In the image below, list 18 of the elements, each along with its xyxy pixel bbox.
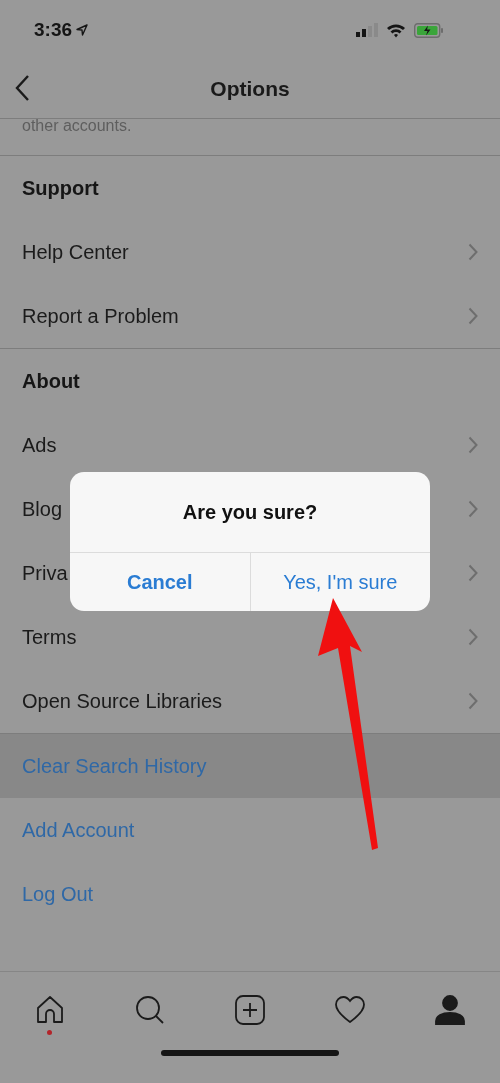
- chevron-icon: [468, 500, 478, 518]
- chevron-icon: [468, 307, 478, 325]
- section-header: Support: [22, 176, 99, 200]
- wifi-icon: [386, 22, 406, 38]
- status-time: 3:36: [34, 19, 89, 41]
- signal-icon: [356, 23, 378, 37]
- chevron-icon: [468, 692, 478, 710]
- chevron-icon: [468, 564, 478, 582]
- section-header: About: [22, 369, 80, 393]
- chevron-icon: [468, 628, 478, 646]
- section-note: other accounts.: [22, 119, 133, 135]
- chevron-icon: [468, 243, 478, 261]
- screen-title: Options: [210, 77, 290, 101]
- dialog-title: Are you sure?: [182, 500, 318, 524]
- location-icon: [76, 24, 89, 36]
- battery-icon: [414, 22, 444, 38]
- back-icon: [14, 74, 30, 102]
- chevron-icon: [468, 436, 478, 454]
